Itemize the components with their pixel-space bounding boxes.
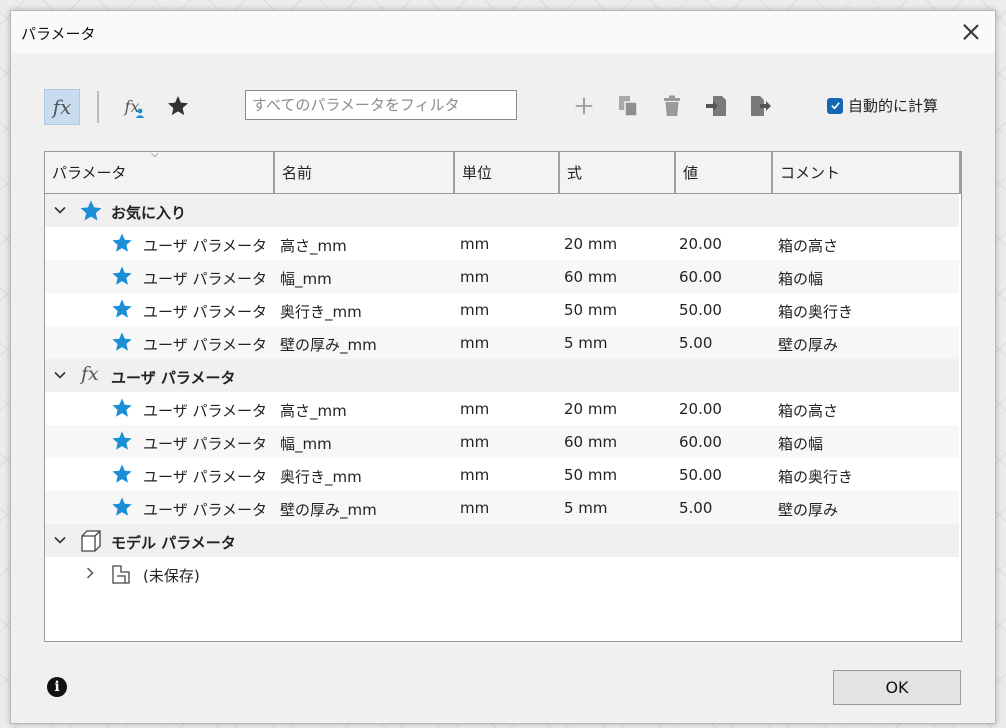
column-header-parameter[interactable]: パラメータ ⌵ xyxy=(45,149,275,193)
trash-icon xyxy=(664,95,680,116)
table-row[interactable]: ユーザ パラメータ 高さ_mm mm 20 mm 20.00 箱の高さ xyxy=(45,227,959,260)
table-header: パラメータ ⌵ 名前 単位 式 値 コメント xyxy=(45,149,961,194)
table-row[interactable]: ユーザ パラメータ 高さ_mm mm 20 mm 20.00 箱の高さ xyxy=(45,392,959,425)
favorites-star-button[interactable] xyxy=(163,91,193,121)
user-parameter-button[interactable]: fx xyxy=(117,91,147,121)
close-icon[interactable] xyxy=(959,20,983,44)
column-header-expression[interactable]: 式 xyxy=(560,152,676,193)
import-button[interactable] xyxy=(701,91,731,121)
dialog-title: パラメータ xyxy=(21,25,96,43)
table-row[interactable]: ユーザ パラメータ 壁の厚み_mm mm 5 mm 5.00 壁の厚み xyxy=(45,326,959,359)
chevron-down-icon[interactable] xyxy=(53,368,67,382)
table-row[interactable]: ユーザ パラメータ 奥行き_mm mm 50 mm 50.00 箱の奥行き xyxy=(45,458,959,491)
star-icon xyxy=(168,96,188,116)
filter-input[interactable] xyxy=(245,90,517,120)
auto-calc-label: 自動的に計算 xyxy=(848,97,939,115)
favorite-star-icon[interactable] xyxy=(111,496,133,518)
toolbar-divider xyxy=(97,91,99,123)
group-label: モデル パラメータ xyxy=(111,534,236,552)
group-row-user-parameters[interactable]: fx ユーザ パラメータ xyxy=(45,359,959,392)
info-icon[interactable]: i xyxy=(47,677,67,697)
favorite-star-icon[interactable] xyxy=(111,463,133,485)
chevron-right-icon[interactable] xyxy=(83,566,97,580)
favorite-star-icon[interactable] xyxy=(111,265,133,287)
column-header-value[interactable]: 値 xyxy=(676,152,773,193)
copy-parameter-button[interactable] xyxy=(613,91,643,121)
favorite-star-icon[interactable] xyxy=(111,430,133,452)
sort-chevron-icon: ⌵ xyxy=(151,149,159,160)
chevron-down-icon[interactable] xyxy=(53,203,67,217)
auto-calc-checkbox[interactable]: 自動的に計算 xyxy=(827,95,938,116)
plus-icon xyxy=(575,97,593,115)
title-bar: パラメータ xyxy=(11,11,995,53)
column-header-unit[interactable]: 単位 xyxy=(455,152,560,193)
column-header-comment[interactable]: コメント xyxy=(773,152,961,193)
delete-parameter-button[interactable] xyxy=(657,91,687,121)
chevron-down-icon[interactable] xyxy=(53,533,67,547)
star-icon xyxy=(80,200,102,221)
model-cube-icon xyxy=(81,530,101,552)
group-row-model-parameters[interactable]: モデル パラメータ xyxy=(45,524,959,557)
fx-icon: fx xyxy=(81,363,99,385)
tree-row-unsaved[interactable]: (未保存) xyxy=(45,557,959,590)
component-icon xyxy=(112,565,130,584)
table-row[interactable]: ユーザ パラメータ 幅_mm mm 60 mm 60.00 箱の幅 xyxy=(45,425,959,458)
parameters-table: パラメータ ⌵ 名前 単位 式 値 コメント お気に入り ユーザ パラメータ 高… xyxy=(44,149,962,642)
fx-icon: fx xyxy=(52,95,72,119)
group-label: ユーザ パラメータ xyxy=(111,369,236,387)
import-icon xyxy=(706,96,726,116)
table-row[interactable]: ユーザ パラメータ 壁の厚み_mm mm 5 mm 5.00 壁の厚み xyxy=(45,491,959,524)
export-button[interactable] xyxy=(745,91,775,121)
parameters-dialog: パラメータ fx fx すべてのパラメータをフィルタ 自動的に計算 パラメータ … xyxy=(10,10,996,724)
favorite-star-icon[interactable] xyxy=(111,232,133,254)
add-parameter-button[interactable] xyxy=(569,91,599,121)
fx-filter-button[interactable]: fx xyxy=(44,89,80,125)
ok-button[interactable]: OK xyxy=(833,670,961,705)
column-header-name[interactable]: 名前 xyxy=(275,152,455,193)
favorite-star-icon[interactable] xyxy=(111,331,133,353)
table-row[interactable]: ユーザ パラメータ 奥行き_mm mm 50 mm 50.00 箱の奥行き xyxy=(45,293,959,326)
favorite-star-icon[interactable] xyxy=(111,397,133,419)
group-row-favorites[interactable]: お気に入り xyxy=(45,194,959,227)
table-row[interactable]: ユーザ パラメータ 幅_mm mm 60 mm 60.00 箱の幅 xyxy=(45,260,959,293)
group-label: お気に入り xyxy=(111,204,187,222)
user-icon xyxy=(135,108,145,118)
checkbox-checked-icon xyxy=(827,97,843,114)
tree-item-label: (未保存) xyxy=(143,567,200,585)
export-icon xyxy=(751,96,771,116)
toolbar: fx fx 自動的に計算 xyxy=(11,81,995,131)
favorite-star-icon[interactable] xyxy=(111,298,133,320)
copy-icon xyxy=(619,96,638,117)
